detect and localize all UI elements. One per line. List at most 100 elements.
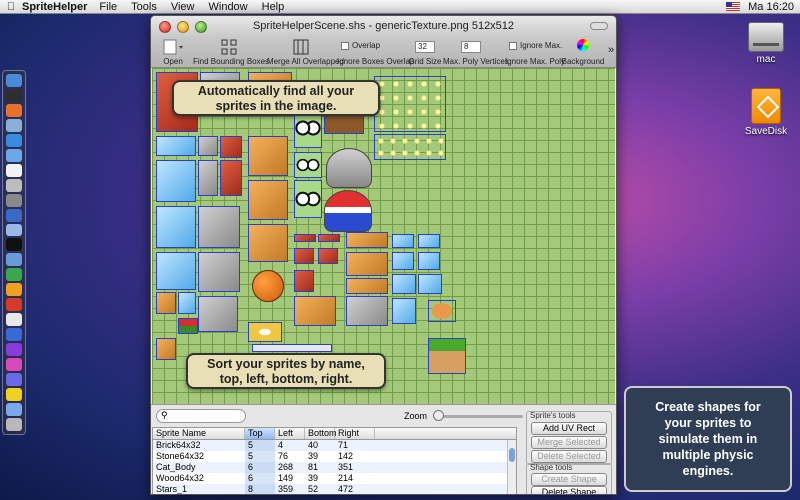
sprite-ice-small-2[interactable] [418,234,440,248]
add-uv-rect-button[interactable]: Add UV Rect [531,422,607,435]
sprite-bar[interactable] [252,344,332,352]
sprite-wood-small[interactable] [156,292,176,314]
table-scrollbar[interactable] [507,440,516,494]
delete-selected-button[interactable]: Delete Selected [531,450,607,463]
sprite-stars[interactable] [374,76,446,132]
col-right[interactable]: Right [335,428,375,439]
create-shape-button[interactable]: Create Shape [531,473,607,486]
zoom-slider-knob[interactable] [433,410,444,421]
sprite-ice-small-6[interactable] [418,274,442,294]
sprite-ice-5[interactable] [178,292,196,314]
sprite-plank-2[interactable] [346,252,388,276]
col-bottom[interactable]: Bottom [305,428,337,439]
safari-icon[interactable] [6,133,22,147]
background-button[interactable]: Background [561,38,605,68]
menu-view[interactable]: View [171,1,195,13]
toy-icon[interactable] [6,283,22,297]
menu-window[interactable]: Window [209,1,248,13]
circle-app-icon[interactable] [6,373,22,387]
titlebar[interactable]: SpriteHelperScene.shs - genericTexture.p… [151,16,616,38]
sprite-mushroom[interactable] [178,318,198,334]
sprite-wood-small-2[interactable] [156,338,176,360]
desktop-savedisk[interactable]: SaveDisk [736,88,796,137]
dashboard-icon[interactable] [6,88,22,102]
sprite-ice-4[interactable] [156,252,196,290]
sprite-stone-2[interactable] [198,160,218,196]
sprite-wood-3[interactable] [248,224,288,262]
sprite-ice-small[interactable] [392,234,414,248]
apple-icon[interactable]:  [0,1,22,13]
sprite-stars-2[interactable] [374,134,446,160]
mail-icon[interactable] [6,118,22,132]
sprite-brick-small[interactable] [220,136,242,158]
table-row[interactable]: Stars_1 8 359 52 472 [153,484,516,494]
menu-help[interactable]: Help [262,1,285,13]
sprite-ice-3[interactable] [156,206,196,248]
ical-icon[interactable] [6,163,22,177]
sprite-canvas[interactable]: Automatically find all your sprites in t… [152,68,615,404]
folder-icon[interactable] [6,402,22,416]
sprite-ice-small-7[interactable] [392,298,416,324]
col-left[interactable]: Left [275,428,305,439]
preview-icon[interactable] [6,178,22,192]
sprite-ice[interactable] [156,136,196,156]
sprite-stone-small[interactable] [198,136,218,156]
sprite-brick-5[interactable] [294,248,314,264]
search-input[interactable]: ⚲ [156,409,246,423]
merge-selected-button[interactable]: Merge Selected [531,436,607,449]
app-icon[interactable] [6,253,22,267]
sprite-plank-4[interactable] [294,296,336,326]
sprite-ice-small-4[interactable] [418,252,440,270]
sprite-helmet-red[interactable] [324,190,372,232]
sprite-egg-nest[interactable] [248,322,282,342]
photo-icon[interactable] [6,223,22,237]
duck-icon[interactable] [6,388,22,401]
table-row[interactable]: Stone64x32 5 76 39 142 [153,451,516,462]
sprite-plank-3[interactable] [346,278,388,294]
sprite-table[interactable]: Sprite Name Top Left Bottom Right Brick6… [152,427,517,494]
col-sprite-name[interactable]: Sprite Name [153,428,245,439]
sprite-eyes[interactable] [294,152,322,178]
sprite-hat[interactable] [324,114,364,134]
bird-icon[interactable] [6,268,22,282]
flag-icon[interactable] [726,2,741,11]
sprite-log[interactable] [428,300,456,322]
toolbar-overflow-icon[interactable]: » [606,44,616,56]
sprite-stone-3[interactable] [198,206,240,248]
table-row[interactable]: Wood64x32 6 149 39 214 [153,473,516,484]
sprite-brick-3[interactable] [294,234,316,242]
sprite-stone-6[interactable] [346,296,388,326]
itunes-icon[interactable] [6,148,22,162]
sprite-basketball[interactable] [252,270,284,302]
menu-app-name[interactable]: SpriteHelper [22,1,87,13]
sprite-wood-box[interactable] [248,136,288,176]
sprite-brick-4[interactable] [318,234,340,242]
system-prefs-icon[interactable] [6,193,22,207]
spritehelper-icon[interactable] [6,358,22,372]
sprite-eyes-2[interactable] [294,180,322,218]
merge-all-overlapped-button[interactable]: Merge All Overlapped [267,38,344,68]
sprite-plank[interactable] [346,232,388,248]
menubar-clock[interactable]: Ma 16:20 [748,1,794,13]
sprite-ice-small-3[interactable] [392,252,414,270]
delete-shape-button[interactable]: Delete Shape [531,486,607,494]
sprite-stone-4[interactable] [198,252,240,292]
trash-icon[interactable] [6,417,22,431]
desktop-drive[interactable]: mac [736,22,796,65]
sprite-brick-7[interactable] [294,270,314,292]
menu-file[interactable]: File [99,1,117,13]
table-row[interactable]: Cat_Body 6 268 81 351 [153,462,516,473]
sprite-brick-6[interactable] [318,248,338,264]
menu-tools[interactable]: Tools [131,1,157,13]
open-button[interactable]: Open [155,38,191,68]
xcode-icon[interactable] [6,208,22,222]
finder-icon[interactable] [6,74,22,87]
terminal-icon[interactable] [6,238,22,252]
paint-icon[interactable] [6,343,22,357]
col-top[interactable]: Top [245,428,275,439]
sprite-stone-5[interactable] [198,296,238,332]
pen-icon[interactable] [6,328,22,342]
sprite-grass[interactable] [428,338,466,374]
sprite-helmet[interactable] [326,148,372,188]
sprite-brick-2[interactable] [220,160,242,196]
